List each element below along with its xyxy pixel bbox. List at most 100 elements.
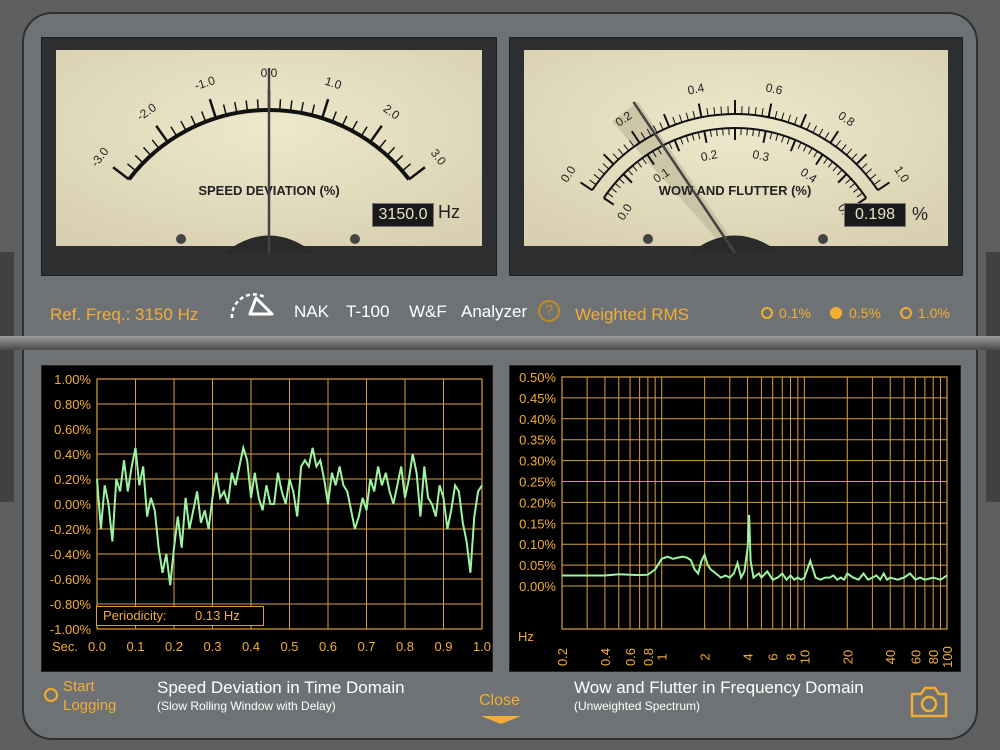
scale-tick	[256, 99, 259, 111]
y-tick-label: -0.60%	[50, 572, 92, 587]
x-tick-label: 1.0	[473, 639, 491, 654]
wow-flutter-meter: 0.00.20.40.60.81.00.00.10.20.30.40.5 WOW…	[509, 37, 963, 276]
nak-logo-icon	[230, 293, 274, 319]
y-tick-label: 0.20%	[54, 472, 91, 487]
help-icon[interactable]: ?	[538, 300, 560, 322]
y-tick-label: 0.25%	[519, 475, 556, 490]
y-tick-label: -0.40%	[50, 547, 92, 562]
x-tick-label: 0.6	[623, 648, 638, 666]
x-tick-label: 0.0	[88, 639, 106, 654]
x-tick-label: 6	[766, 653, 781, 660]
scale-tick	[279, 99, 282, 111]
radio-icon	[761, 307, 773, 319]
chevron-down-icon	[481, 716, 521, 724]
x-tick-label: 0.8	[641, 648, 656, 666]
y-tick-label: 0.10%	[519, 537, 556, 552]
y-tick-label: 0.00%	[519, 579, 556, 594]
y-tick-label: -0.80%	[50, 597, 92, 612]
radio-selected-icon	[830, 307, 842, 319]
x-tick-label: 0.5	[280, 639, 298, 654]
periodicity-value: 0.13 Hz	[195, 608, 240, 623]
x-tick-label: 2	[698, 653, 713, 660]
speed-deviation-meter: -3.0-2.0-1.00.01.02.03.0 SPEED DEVIATION…	[41, 37, 497, 276]
wf-unit: %	[912, 204, 929, 224]
left-plot-subtitle: (Slow Rolling Window with Delay)	[157, 699, 336, 713]
wf-label: W&F	[409, 302, 447, 321]
range-option-label: 0.1%	[779, 305, 811, 321]
x-tick-label: 80	[926, 650, 941, 664]
x-tick-label: 8	[784, 653, 799, 660]
close-label: Close	[479, 692, 520, 709]
x-tick-label: 60	[908, 650, 923, 664]
wf-meter-face: 0.00.20.40.60.81.00.00.10.20.30.40.5 WOW…	[524, 50, 948, 254]
meter-screw	[350, 234, 360, 244]
x-tick-label: 0.2	[555, 648, 570, 666]
y-tick-label: -1.00%	[50, 622, 92, 637]
y-tick-label: 0.00%	[54, 497, 91, 512]
x-tick-label: 0.6	[319, 639, 337, 654]
y-tick-label: 0.80%	[54, 397, 91, 412]
y-tick-label: 0.15%	[519, 516, 556, 531]
start-logging-button[interactable]: Start Logging	[42, 678, 132, 718]
speed-meter-face: -3.0-2.0-1.00.01.02.03.0 SPEED DEVIATION…	[56, 50, 482, 253]
divider-rail	[0, 336, 1000, 350]
logging-radio-icon	[44, 688, 58, 702]
inner-scale-tick	[722, 128, 724, 136]
y-tick-label: 0.35%	[519, 433, 556, 448]
y-tick-label: 0.40%	[54, 447, 91, 462]
left-plot-title: Speed Deviation in Time Domain	[157, 678, 405, 697]
x-tick-label: 20	[840, 650, 855, 664]
y-tick-label: 0.40%	[519, 412, 556, 427]
x-tick-label: 0.8	[396, 639, 414, 654]
analyzer-label: Analyzer	[461, 302, 528, 321]
x-axis-label: Hz	[518, 629, 534, 644]
start-logging-label: Logging	[63, 697, 117, 714]
wf-readout: 0.198	[844, 203, 906, 227]
model-label: T-100	[346, 302, 390, 321]
x-axis-label: Sec.	[52, 639, 78, 654]
frequency-domain-chart: 0.50% 0.45% 0.40% 0.35% 0.30% 0.25% 0.20% 0.15%…	[518, 370, 955, 668]
weighting-mode[interactable]: Weighted RMS	[575, 305, 689, 325]
help-glyph: ?	[544, 302, 554, 319]
meter-screw	[176, 234, 186, 244]
inner-scale-tick	[746, 128, 748, 136]
y-tick-label: -0.20%	[50, 522, 92, 537]
camera-icon[interactable]	[908, 684, 950, 720]
plot-frame	[561, 376, 948, 630]
right-side-tab	[986, 252, 1000, 502]
periodicity-label: Periodicity:	[103, 608, 167, 623]
x-tick-label: 0.7	[357, 639, 375, 654]
meter-screw	[818, 234, 828, 244]
x-tick-label: 0.3	[203, 639, 221, 654]
brand-label: NAK	[294, 302, 329, 321]
meter-screw	[643, 234, 653, 244]
frequency-readout: 3150.0	[372, 203, 434, 227]
y-tick-label: 0.60%	[54, 422, 91, 437]
periodicity-box: Periodicity: 0.13 Hz	[96, 606, 264, 626]
outer-scale-tick	[720, 106, 723, 115]
x-tick-label: 1	[655, 653, 670, 660]
x-tick-label: 10	[797, 650, 812, 664]
x-tick-label: 40	[883, 650, 898, 664]
x-tick-label: 100	[940, 646, 955, 668]
left-side-tab	[0, 252, 14, 502]
x-tick-label: 0.4	[242, 639, 260, 654]
wow-flutter-spectrum-trace	[562, 514, 948, 582]
radio-icon	[900, 307, 912, 319]
range-option-label: 1.0%	[918, 305, 950, 321]
range-option-label: 0.5%	[849, 305, 881, 321]
y-tick-label: 0.50%	[519, 370, 556, 385]
right-plot-title: Wow and Flutter in Frequency Domain	[574, 678, 864, 697]
close-button[interactable]: Close	[474, 692, 528, 728]
x-tick-label: 0.1	[126, 639, 144, 654]
time-domain-plot: 1.00% 0.80% 0.60% 0.40% 0.20% 0.00% -0.20% -0.4…	[41, 365, 493, 672]
frequency-domain-plot: 0.50% 0.45% 0.40% 0.35% 0.30% 0.25% 0.20% 0.15%…	[509, 365, 961, 672]
right-plot-subtitle: (Unweighted Spectrum)	[574, 699, 701, 713]
x-tick-label: 4	[741, 653, 756, 660]
right-meter-title: WOW AND FLUTTER (%)	[659, 183, 812, 198]
outer-scale-tick	[747, 106, 750, 115]
x-tick-label: 0.9	[434, 639, 452, 654]
y-tick-label: 0.05%	[519, 558, 556, 573]
frequency-unit: Hz	[438, 202, 460, 222]
x-tick-label: 0.2	[165, 639, 183, 654]
